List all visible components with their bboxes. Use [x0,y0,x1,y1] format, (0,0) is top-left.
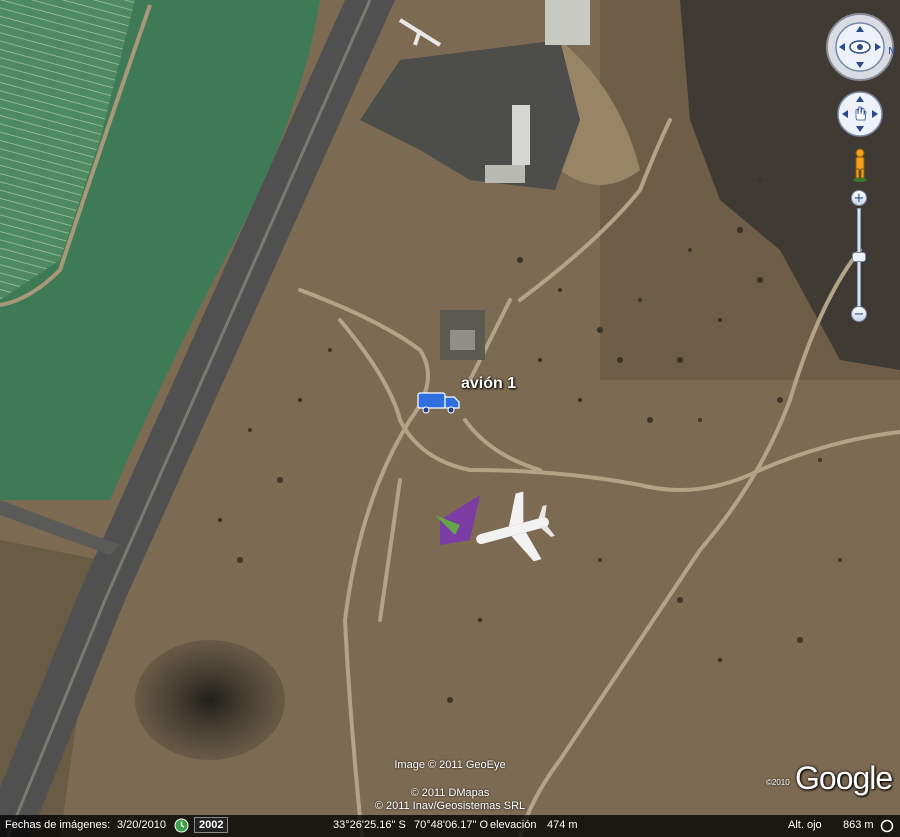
placemark-icon[interactable] [417,390,461,414]
eye-altitude-label: Alt. ojo [788,819,822,831]
compound-roof [450,330,475,350]
credit-geoeye: Image © 2011 GeoEye [394,759,506,771]
zoom-slider[interactable]: + − [851,190,867,326]
longitude: 70°48'06.17" O [414,819,489,831]
elevation-value: 474 m [547,819,578,831]
svg-text:N: N [888,46,895,57]
credit-dmapas: © 2011 DMapas [410,787,490,799]
zoom-out-button[interactable]: − [851,306,867,322]
building-1 [545,0,590,45]
google-copyright: ©2010 [766,778,790,787]
building-3 [485,165,525,183]
building-2 [512,105,530,165]
history-year-badge[interactable]: 2002 [194,817,229,833]
eye-altitude-value: 863 m [843,819,874,831]
elevation-label: elevación [490,819,537,831]
streaming-indicator-icon [880,819,894,836]
history-clock-icon[interactable] [174,818,189,836]
truck-icon [417,392,460,414]
zoom-thumb[interactable] [852,252,866,262]
status-bar: Fechas de imágenes: 3/20/2010 2002 33°26… [0,815,900,837]
imagery-date-label: Fechas de imágenes: [5,819,111,831]
look-around-control[interactable]: N [825,12,895,82]
latitude: 33°26'25.16" S [333,819,406,831]
street-view-pegman-icon[interactable] [850,148,870,182]
tree-cluster [135,640,285,760]
satellite-map[interactable] [0,0,900,837]
google-logo: Google [795,760,893,796]
move-control[interactable] [836,90,884,138]
imagery-date: 3/20/2010 [117,819,166,831]
credit-inav: © 2011 Inav/Geosistemas SRL [374,800,526,812]
placemark-label[interactable]: avión 1 [461,375,516,393]
zoom-in-button[interactable]: + [851,190,867,206]
